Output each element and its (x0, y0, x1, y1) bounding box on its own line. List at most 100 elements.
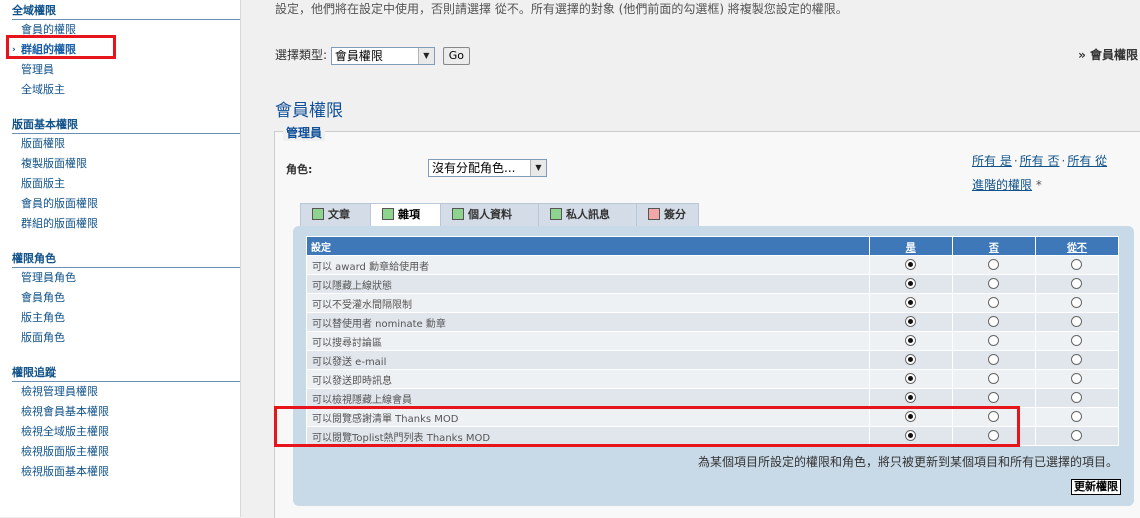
radio-no[interactable] (988, 373, 1000, 385)
select-type-dropdown[interactable]: 會員權限 ▼ (330, 46, 435, 65)
radio-cell-no (951, 426, 1036, 446)
sidebar-item-label: 檢視版面版主權限 (21, 445, 109, 458)
tab-3[interactable]: 私人訊息 (538, 203, 637, 226)
radio-no[interactable] (988, 392, 1000, 404)
sidebar-item[interactable]: 檢視管理員權限 (12, 382, 240, 402)
sidebar-section: 權限角色 管理員角色 會員角色 版主角色 版面角色 (12, 252, 240, 348)
radio-no[interactable] (988, 354, 1000, 366)
permission-table-body: 可以 award 勳章給使用者 可以隱藏上線狀態 可以不受灌水間隔限制 可以替使用者 … (306, 255, 1120, 446)
tab-color-swatch (312, 208, 324, 220)
sidebar-item[interactable]: 會員的權限 (12, 20, 240, 40)
radio-cell-yes (868, 255, 953, 275)
sidebar-item[interactable]: 檢視全域版主權限 (12, 422, 240, 442)
sidebar-item[interactable]: 版面權限 (12, 134, 240, 154)
radio-cell-no (951, 293, 1036, 313)
role-dropdown[interactable]: 沒有分配角色... ▼ (428, 159, 547, 177)
radio-never[interactable] (1071, 392, 1083, 404)
tab-label: 個人資料 (468, 208, 512, 221)
fieldset-legend: 管理員 (283, 124, 326, 141)
radio-no[interactable] (988, 278, 1000, 290)
table-row: 可以 award 勳章給使用者 (306, 255, 1120, 275)
radio-yes[interactable] (905, 316, 917, 328)
radio-never[interactable] (1071, 259, 1083, 271)
radio-yes[interactable] (905, 278, 917, 290)
radio-never[interactable] (1071, 430, 1083, 442)
sidebar-item-label: 檢視管理員權限 (21, 385, 98, 398)
radio-cell-yes (868, 312, 953, 332)
radio-cell-yes (868, 293, 953, 313)
radio-never[interactable] (1071, 335, 1083, 347)
radio-cell-yes (868, 331, 953, 351)
sidebar-item[interactable]: 會員角色 (12, 288, 240, 308)
radio-cell-yes (868, 350, 953, 370)
radio-never[interactable] (1071, 373, 1083, 385)
sidebar-item-label: 群組的版面權限 (21, 217, 98, 230)
table-row: 可以發送 e-mail (306, 350, 1120, 370)
permission-label: 可以不受灌水間隔限制 (306, 293, 870, 313)
radio-yes[interactable] (905, 373, 917, 385)
header-no[interactable]: 否 (951, 236, 1036, 256)
select-type-row: 選擇類型: 會員權限 ▼ Go (275, 46, 470, 65)
radio-no[interactable] (988, 297, 1000, 309)
tab-label: 私人訊息 (566, 208, 610, 221)
sidebar-item[interactable]: 全域版主 (12, 80, 240, 100)
radio-never[interactable] (1071, 278, 1083, 290)
advanced-star: * (1035, 178, 1042, 192)
header-never[interactable]: 從不 (1034, 236, 1120, 256)
radio-no[interactable] (988, 259, 1000, 271)
table-row: 可以閱覽感謝清單 Thanks MOD (306, 407, 1120, 427)
tab-0[interactable]: 文章 (300, 203, 371, 226)
radio-yes[interactable] (905, 335, 917, 347)
all-no-link[interactable]: 所有 否 (1020, 154, 1060, 168)
all-yes-link[interactable]: 所有 是 (972, 154, 1012, 168)
radio-cell-never (1034, 350, 1120, 370)
radio-cell-never (1034, 407, 1120, 427)
radio-never[interactable] (1071, 316, 1083, 328)
tab-color-swatch (648, 208, 660, 220)
select-type-label: 選擇類型: (275, 48, 328, 62)
sidebar-item[interactable]: 檢視版面基本權限 (12, 462, 240, 482)
sidebar-item[interactable]: 複製版面權限 (12, 154, 240, 174)
radio-yes[interactable] (905, 297, 917, 309)
radio-never[interactable] (1071, 297, 1083, 309)
sidebar-item-label: 會員的版面權限 (21, 197, 98, 210)
advanced-permissions-link[interactable]: 進階的權限 (972, 178, 1032, 192)
sidebar-item[interactable]: 群組的版面權限 (12, 214, 240, 234)
sidebar-item[interactable]: 管理員 (12, 60, 240, 80)
radio-cell-no (951, 274, 1036, 294)
header-yes[interactable]: 是 (868, 236, 953, 256)
radio-cell-no (951, 255, 1036, 275)
tab-2[interactable]: 個人資料 (440, 203, 539, 226)
go-button[interactable]: Go (442, 46, 470, 65)
permission-label: 可以搜尋討論區 (306, 331, 870, 351)
all-never-link[interactable]: 所有 從 (1067, 154, 1107, 168)
radio-never[interactable] (1071, 411, 1083, 423)
tab-color-swatch (452, 208, 464, 220)
radio-yes[interactable] (905, 259, 917, 271)
radio-no[interactable] (988, 411, 1000, 423)
sidebar-item[interactable]: 版面角色 (12, 328, 240, 348)
radio-yes[interactable] (905, 354, 917, 366)
radio-no[interactable] (988, 335, 1000, 347)
permission-label: 可以發送 e-mail (306, 350, 870, 370)
radio-never[interactable] (1071, 354, 1083, 366)
radio-yes[interactable] (905, 430, 917, 442)
breadcrumb: » 會員權限 (1078, 48, 1138, 62)
sidebar-item[interactable]: 檢視會員基本權限 (12, 402, 240, 422)
radio-cell-yes (868, 388, 953, 408)
sidebar-item[interactable]: 版面版主 (12, 174, 240, 194)
sidebar-item[interactable]: 檢視版面版主權限 (12, 442, 240, 462)
sidebar-item[interactable]: 管理員角色 (12, 268, 240, 288)
radio-no[interactable] (988, 430, 1000, 442)
sidebar-item[interactable]: 會員的版面權限 (12, 194, 240, 214)
update-permissions-button[interactable]: 更新權限 (1071, 479, 1121, 495)
table-row: 可以閱覽Toplist熱門列表 Thanks MOD (306, 426, 1120, 446)
radio-no[interactable] (988, 316, 1000, 328)
sidebar-item-label: 版面權限 (21, 137, 65, 150)
radio-cell-yes (868, 426, 953, 446)
radio-yes[interactable] (905, 411, 917, 423)
radio-yes[interactable] (905, 392, 917, 404)
sidebar-item[interactable]: › 群組的權限 (12, 40, 240, 60)
sidebar-item[interactable]: 版主角色 (12, 308, 240, 328)
tab-4[interactable]: 簽分 (636, 203, 699, 226)
